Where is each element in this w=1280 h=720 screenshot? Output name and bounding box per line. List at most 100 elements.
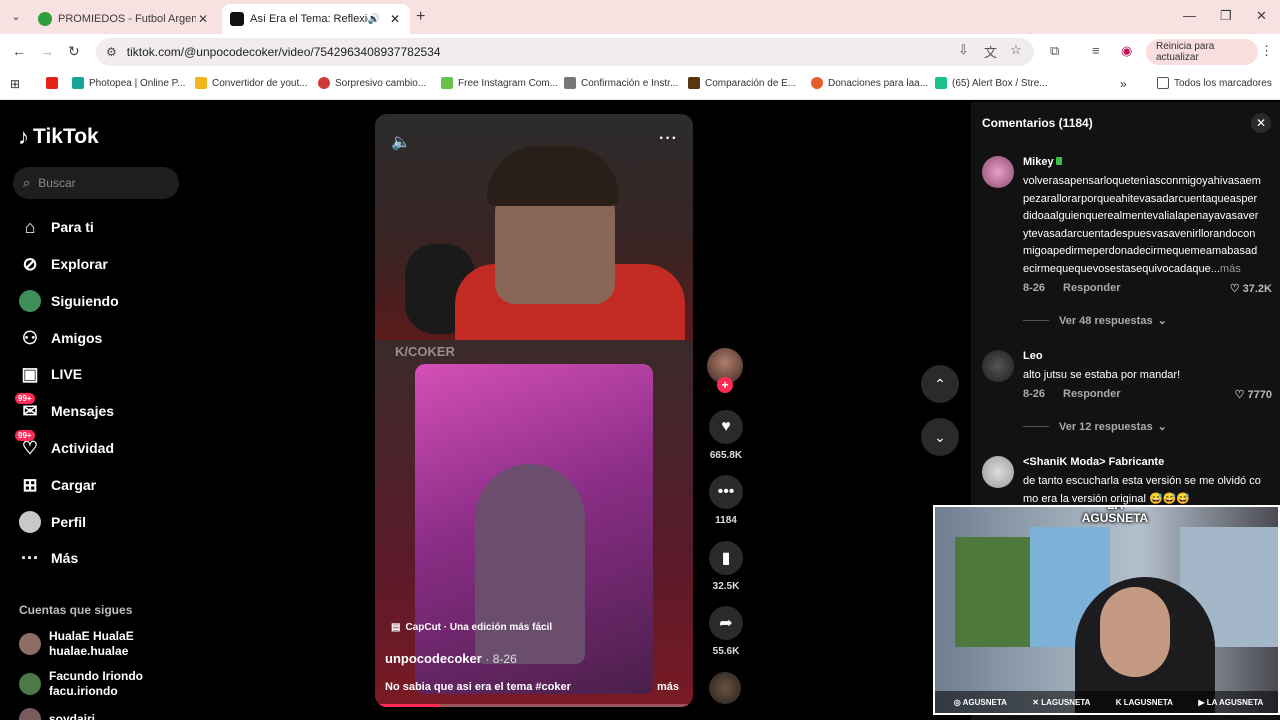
chevron-down-icon: ⌄ (1157, 315, 1167, 327)
reload-icon[interactable]: ↻ (68, 43, 80, 60)
chevron-up-icon: ⌃ (934, 375, 946, 392)
bookmark-item[interactable]: Convertidor de yout... (195, 77, 308, 89)
relaunch-button[interactable]: Reinicia para actualizar (1146, 39, 1258, 65)
tab-audio-icon[interactable]: 🔊 (368, 14, 380, 25)
browser-menu-icon[interactable]: ⋮ (1260, 43, 1273, 59)
media-control-icon[interactable]: ≡ (1092, 43, 1100, 58)
bookmark-item[interactable]: Confirmación e Instr... (564, 77, 678, 89)
like-button[interactable]: ♥ 665.8K (707, 410, 745, 461)
nav-mas[interactable]: ··· Más (18, 545, 78, 571)
reply-button[interactable]: Responder (1063, 282, 1120, 294)
notification-badge: 99+ (15, 430, 35, 441)
browser-toolbar: ← → ↻ ⚙ tiktok.com/@unpocodecoker/video/… (0, 34, 1280, 70)
nav-actividad[interactable]: ♡ 99+ Actividad (15, 430, 114, 461)
bookmark-item[interactable]: Donaciones para laa... (811, 77, 928, 89)
reply-button[interactable]: Responder (1063, 388, 1120, 400)
tab-promiedos[interactable]: PROMIEDOS - Futbol Argentino ✕ (30, 4, 218, 34)
follow-plus-icon[interactable]: + (717, 377, 733, 393)
comment-more-link[interactable]: más (1220, 263, 1241, 275)
following-account[interactable]: soydairi (19, 708, 95, 720)
bookmark-item[interactable]: (65) Alert Box / Stre... (935, 77, 1048, 89)
photopea-icon (72, 77, 84, 89)
save-button[interactable]: ▮ 32.5K (707, 541, 745, 592)
search-icon: ⌕ (23, 175, 31, 190)
comment-like-button[interactable]: ♡ 7770 (1235, 388, 1272, 401)
bookmark-item[interactable]: Photopea | Online P... (72, 77, 185, 89)
video-more-icon[interactable]: ··· (659, 130, 678, 148)
address-bar[interactable]: ⚙ tiktok.com/@unpocodecoker/video/754296… (96, 38, 1034, 66)
comment-username[interactable]: Mikey (1023, 156, 1062, 168)
install-app-icon[interactable]: ⇩ (958, 42, 969, 58)
all-bookmarks[interactable]: Todos los marcadores (1157, 77, 1272, 89)
avatar[interactable] (982, 156, 1014, 188)
view-replies-button[interactable]: Ver 12 respuestas ⌄ (1023, 420, 1167, 433)
channel-logo: LA AGUSNETA (1081, 505, 1149, 525)
bookmark-star-icon[interactable]: ☆ (1010, 42, 1022, 58)
tab-close-icon[interactable]: ✕ (388, 12, 402, 26)
x-handle: ✕ LAGUSNETA (1032, 697, 1091, 707)
capcut-tag[interactable]: ▤ CapCut · Una edición más fácil (391, 622, 552, 633)
following-account[interactable]: Facundo Iriondo facu.iriondo (19, 669, 143, 699)
comment-meta: 8-26 Responder (1023, 388, 1121, 400)
view-replies-button[interactable]: Ver 48 respuestas ⌄ (1023, 314, 1167, 327)
avatar (19, 673, 41, 695)
nav-amigos[interactable]: ⚇ Amigos (18, 325, 102, 351)
comment-username[interactable]: <ShaniK Moda> Fabricante (1023, 456, 1164, 468)
comment-button[interactable]: ••• 1184 (707, 475, 745, 526)
previous-video-button[interactable]: ⌃ (921, 365, 959, 403)
bookmark-item[interactable]: Comparación de E... (688, 77, 796, 89)
nav-explorar[interactable]: ⊘ Explorar (18, 251, 107, 277)
site-icon (688, 77, 700, 89)
nav-perfil[interactable]: Perfil (18, 509, 86, 535)
friends-icon: ⚇ (21, 327, 39, 348)
next-video-button[interactable]: ⌄ (921, 418, 959, 456)
nav-para-ti[interactable]: ⌂ Para ti (18, 214, 94, 240)
search-input[interactable] (38, 176, 159, 190)
new-tab-icon[interactable]: + (416, 8, 425, 26)
sound-disc-icon[interactable] (709, 672, 741, 704)
caption-more-link[interactable]: más (657, 681, 679, 693)
nav-cargar[interactable]: ⊞ Cargar (18, 472, 96, 498)
youtube-bookmark-icon[interactable] (46, 77, 63, 89)
close-comments-icon[interactable]: ✕ (1251, 113, 1271, 133)
progress-fill (375, 704, 439, 707)
bookmark-item[interactable]: Free Instagram Com... (441, 77, 558, 89)
translate-icon[interactable]: 文 (984, 42, 997, 61)
nav-siguiendo[interactable]: Siguiendo (18, 288, 119, 314)
comment-like-button[interactable]: ♡ 37.2K (1230, 282, 1272, 295)
comment-icon: ••• (709, 475, 743, 509)
video-progress-bar[interactable] (375, 704, 693, 707)
bookmark-item[interactable]: Sorpresivo cambio... (318, 77, 426, 89)
nav-mensajes[interactable]: ✉ 99+ Mensajes (15, 393, 114, 424)
clip-person (475, 464, 585, 664)
back-icon[interactable]: ← (12, 43, 26, 59)
bookmark-icon: ▮ (709, 541, 743, 575)
site-info-icon[interactable]: ⚙ (106, 45, 117, 59)
browser-tab-strip: ⌄ PROMIEDOS - Futbol Argentino ✕ Así Era… (0, 0, 1280, 34)
tab-search-icon[interactable]: ⌄ (6, 7, 26, 27)
tab-tiktok[interactable]: Así Era el Tema: Reflexiones 🔊 ✕ (222, 4, 410, 34)
bookmarks-overflow-icon[interactable]: » (1120, 77, 1127, 91)
tab-close-icon[interactable]: ✕ (196, 12, 210, 26)
following-avatar-icon (18, 289, 42, 313)
nav-live[interactable]: ▣ LIVE (18, 361, 82, 387)
video-player[interactable]: K/COKER 🔈 ··· ▤ CapCut · Una edición más… (375, 114, 693, 707)
apps-grid-icon[interactable]: ⊞ (10, 77, 20, 91)
window-close-icon[interactable]: ✕ (1256, 8, 1267, 24)
profile-avatar-icon[interactable]: ◉ (1121, 43, 1132, 59)
avatar[interactable] (982, 456, 1014, 488)
tiktok-logo[interactable]: ♪ TikTok (18, 124, 99, 150)
forward-icon[interactable]: → (40, 43, 54, 59)
extensions-icon[interactable]: ⧉ (1050, 43, 1059, 59)
comment-meta: 8-26 Responder (1023, 282, 1121, 294)
minimize-icon[interactable]: — (1183, 8, 1196, 23)
share-button[interactable]: ➦ 55.6K (707, 606, 745, 657)
search-box[interactable]: ⌕ (13, 167, 179, 199)
messages-icon: ✉ 99+ (15, 393, 42, 423)
video-author[interactable]: unpocodecoker · 8-26 (385, 651, 517, 666)
avatar[interactable] (982, 350, 1014, 382)
comment-username[interactable]: Leo (1023, 350, 1043, 362)
restore-icon[interactable]: ❐ (1220, 8, 1232, 24)
following-account[interactable]: HualaE HualaE hualae.hualae (19, 629, 134, 659)
volume-icon[interactable]: 🔈 (391, 132, 411, 152)
